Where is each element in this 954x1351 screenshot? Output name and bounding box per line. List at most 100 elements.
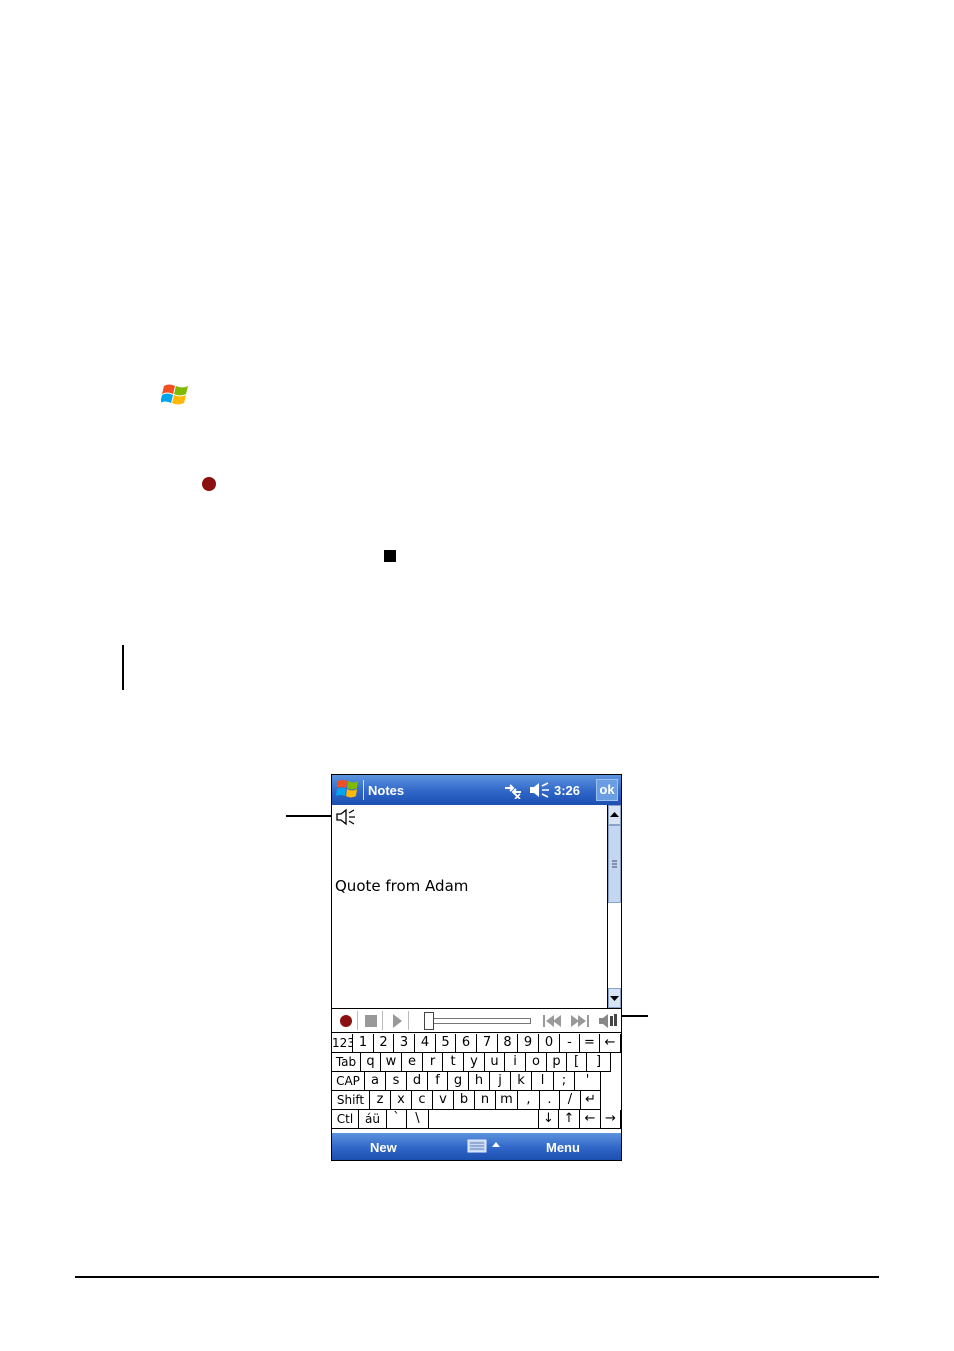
key[interactable]: t [443,1053,464,1072]
key[interactable]: ↵ [581,1091,601,1110]
key[interactable]: ← [580,1110,601,1129]
callout-line-recording-icon [286,815,334,817]
key-space[interactable] [429,1110,539,1129]
key[interactable]: x [391,1091,412,1110]
key[interactable]: áü [359,1110,387,1129]
record-icon [340,1015,352,1027]
key[interactable]: ' [575,1072,601,1091]
key[interactable]: 4 [415,1034,436,1053]
scroll-up-button[interactable] [608,805,621,825]
key[interactable]: 5 [436,1034,456,1053]
play-icon [393,1014,402,1028]
playback-slider-thumb[interactable] [424,1012,434,1030]
key[interactable]: ] [587,1053,611,1072]
key[interactable]: ` [387,1110,407,1129]
record-icon [202,477,216,491]
connectivity-icon[interactable] [503,781,523,799]
windows-flag-icon [161,384,188,405]
record-button[interactable] [335,1011,358,1030]
note-text[interactable]: Quote from Adam [335,877,468,895]
scroll-down-button[interactable] [608,988,621,1008]
key[interactable]: 1 [353,1034,374,1053]
key[interactable]: → [601,1110,621,1129]
key[interactable]: s [386,1072,407,1091]
volume-muted-icon[interactable] [528,781,550,799]
skip-back-icon[interactable] [540,1011,564,1030]
key[interactable]: - [560,1034,580,1053]
key[interactable]: = [580,1034,600,1053]
key[interactable]: i [505,1053,526,1072]
key[interactable]: y [464,1053,485,1072]
key[interactable]: ↑ [559,1110,580,1129]
footer-rule [75,1276,879,1278]
note-content-area[interactable]: Quote from Adam [332,805,607,1008]
key[interactable]: 6 [456,1034,477,1053]
key[interactable]: g [448,1072,469,1091]
key[interactable]: 3 [394,1034,415,1053]
key[interactable]: b [454,1091,475,1110]
key[interactable]: e [402,1053,423,1072]
key[interactable]: Tab [332,1053,361,1072]
key[interactable]: a [365,1072,386,1091]
key[interactable]: l [532,1072,554,1091]
key[interactable]: . [540,1091,560,1110]
key[interactable]: d [407,1072,428,1091]
key[interactable]: ; [554,1072,575,1091]
key[interactable]: q [361,1053,381,1072]
key[interactable]: [ [567,1053,587,1072]
playback-slider-track[interactable] [425,1018,531,1024]
volume-icon[interactable] [597,1012,619,1030]
stop-button[interactable] [360,1011,383,1030]
arrow-down-icon [610,996,619,1001]
new-button[interactable]: New [370,1140,397,1155]
key[interactable]: 7 [477,1034,498,1053]
key[interactable]: 9 [518,1034,539,1053]
key[interactable]: c [412,1091,433,1110]
key[interactable]: r [423,1053,443,1072]
clock[interactable]: 3:26 [554,783,580,798]
key[interactable]: 0 [539,1034,560,1053]
key[interactable]: o [526,1053,547,1072]
key[interactable]: h [469,1072,490,1091]
start-menu-icon[interactable] [335,778,361,802]
key[interactable]: 123 [332,1034,355,1053]
key[interactable]: , [518,1091,540,1110]
play-button[interactable] [386,1011,409,1030]
title-separator [363,780,364,800]
keyboard-row: Shift z x c v b n m,. / ↵ [332,1091,621,1110]
key[interactable]: ↓ [539,1110,559,1129]
key[interactable]: w [381,1053,402,1072]
key[interactable]: CAP [332,1072,365,1091]
keyboard-row: CAP a s d f g h j k l; ' [332,1072,621,1091]
key[interactable]: u [485,1053,505,1072]
speaker-icon[interactable] [335,808,357,826]
key[interactable]: / [560,1091,581,1110]
grip-icon [612,860,617,868]
app-title: Notes [368,783,405,798]
key[interactable]: 2 [374,1034,394,1053]
keyboard-row: 123 1 2 3 4 5 6 7 8 9 0- = ← [332,1034,621,1053]
key[interactable]: z [370,1091,391,1110]
pocket-pc-screen: Notes 3:26 ok Quote from Adam 123 1 2 3 … [331,774,622,1161]
menu-button[interactable]: Menu [546,1140,580,1155]
stop-icon [384,550,396,562]
key[interactable]: ← [600,1034,621,1053]
key[interactable]: n [475,1091,496,1110]
key[interactable]: 8 [498,1034,518,1053]
vertical-scrollbar[interactable] [607,805,621,1008]
key[interactable]: f [428,1072,448,1091]
key[interactable]: \ [407,1110,429,1129]
key[interactable]: Ctl [332,1110,359,1129]
ok-button[interactable]: ok [596,779,618,801]
skip-forward-icon[interactable] [568,1011,592,1030]
key[interactable]: v [433,1091,454,1110]
recording-toolbar [332,1008,621,1033]
key[interactable]: k [511,1072,532,1091]
key[interactable]: j [490,1072,511,1091]
key[interactable]: p [547,1053,567,1072]
keyboard-row: Ctl áü ` \ ↓ ↑ ← → [332,1110,621,1129]
keyboard-icon[interactable] [466,1137,506,1157]
key[interactable]: Shift [332,1091,370,1110]
key[interactable]: m [496,1091,518,1110]
scroll-thumb[interactable] [608,825,621,903]
